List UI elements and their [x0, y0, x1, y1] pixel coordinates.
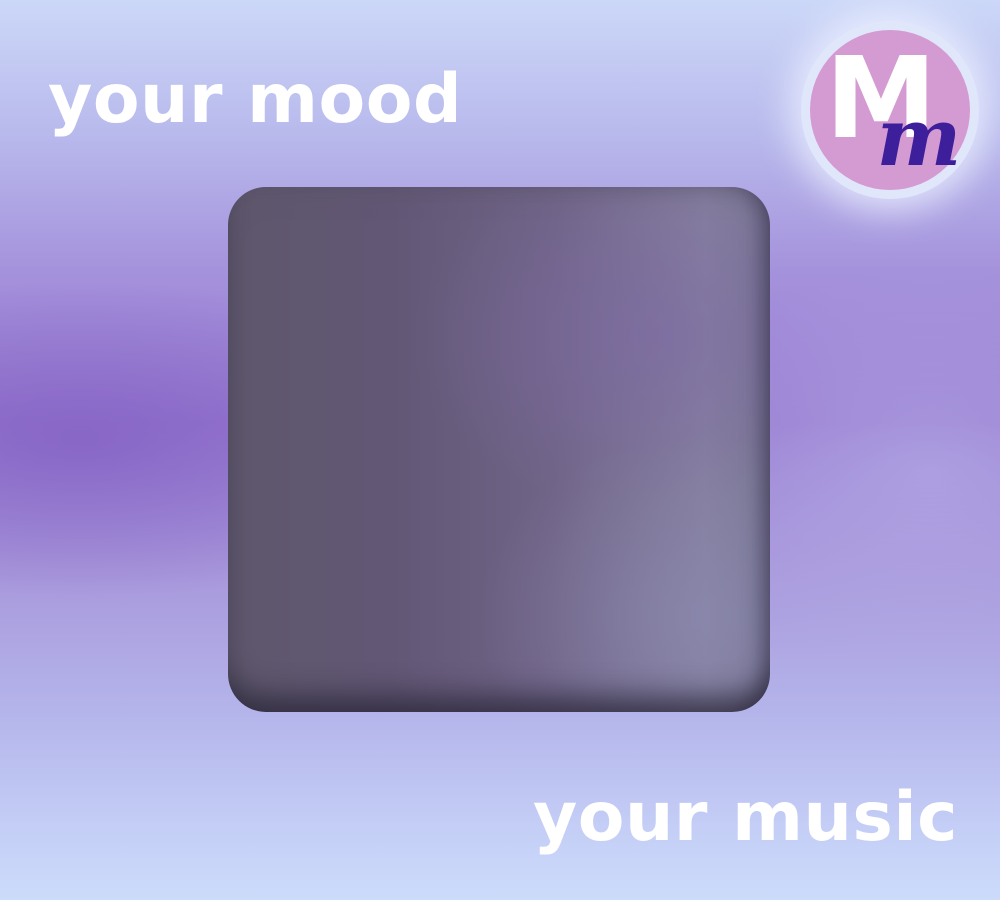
mm-logo-icon: M m [801, 21, 979, 199]
headline-your-music: your music [532, 778, 958, 857]
album-artwork-placeholder [228, 187, 770, 712]
logo-monogram: M m [825, 34, 962, 184]
headline-your-mood: your mood [48, 60, 463, 139]
logo-letter-lower: m [877, 90, 962, 184]
